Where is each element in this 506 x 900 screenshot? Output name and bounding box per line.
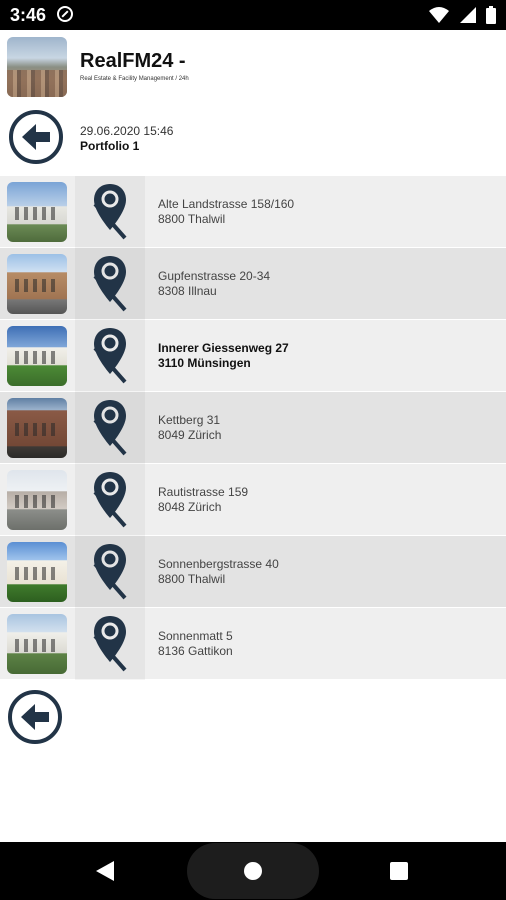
property-street: Kettberg 31 — [158, 413, 221, 427]
property-city: 8800 Thalwil — [158, 212, 226, 226]
property-city: 8048 Zürich — [158, 500, 222, 514]
property-photo — [7, 614, 67, 674]
property-city: 8136 Gattikon — [158, 644, 233, 658]
map-pin-button[interactable] — [75, 176, 145, 248]
status-time: 3:46 — [10, 5, 47, 25]
property-photo — [7, 254, 67, 314]
map-pin-off-icon — [93, 328, 127, 384]
app-title: RealFM24 - — [80, 50, 186, 72]
property-street: Innerer Giessenweg 27 — [158, 341, 289, 355]
property-photo — [7, 326, 67, 386]
property-city: 8049 Zürich — [158, 428, 222, 442]
property-city: 8800 Thalwil — [158, 572, 226, 586]
navigation-bar — [0, 842, 506, 900]
property-city: 8308 Illnau — [158, 284, 217, 298]
map-pin-button[interactable] — [75, 392, 145, 464]
property-list: Alte Landstrasse 158/160 8800 Thalwil Gu… — [0, 176, 506, 680]
property-row[interactable]: Rautistrasse 159 8048 Zürich — [0, 464, 506, 536]
property-row[interactable]: Sonnenbergstrasse 40 8800 Thalwil — [0, 536, 506, 608]
back-button[interactable] — [9, 110, 63, 164]
app-subtitle: Real Estate & Facility Management / 24h — [80, 76, 189, 82]
status-bar: 3:46 — [0, 0, 506, 30]
nav-home-icon[interactable] — [244, 862, 262, 880]
do-not-disturb-icon — [57, 6, 73, 22]
map-pin-off-icon — [93, 616, 127, 672]
cell-signal-icon — [459, 7, 476, 23]
property-row[interactable]: Gupfenstrasse 20-34 8308 Illnau — [0, 248, 506, 320]
portfolio-name: Portfolio 1 — [80, 139, 140, 153]
property-photo — [7, 470, 67, 530]
map-pin-button[interactable] — [75, 608, 145, 680]
map-pin-off-icon — [93, 256, 127, 312]
property-street: Sonnenmatt 5 — [158, 629, 233, 643]
property-row[interactable]: Alte Landstrasse 158/160 8800 Thalwil — [0, 176, 506, 248]
map-pin-off-icon — [93, 544, 127, 600]
map-pin-button[interactable] — [75, 320, 145, 392]
property-street: Sonnenbergstrasse 40 — [158, 557, 279, 571]
nav-recents-icon[interactable] — [390, 862, 408, 880]
nav-back-icon[interactable] — [96, 861, 114, 881]
map-pin-off-icon — [93, 184, 127, 240]
property-street: Rautistrasse 159 — [158, 485, 249, 499]
map-pin-button[interactable] — [75, 464, 145, 536]
property-row[interactable]: Sonnenmatt 5 8136 Gattikon — [0, 608, 506, 680]
property-row[interactable]: Kettberg 31 8049 Zürich — [0, 392, 506, 464]
property-photo — [7, 182, 67, 242]
app-logo-image — [7, 37, 67, 97]
app-header: RealFM24 - Real Estate & Facility Manage… — [0, 30, 506, 100]
property-photo — [7, 542, 67, 602]
map-pin-off-icon — [93, 472, 127, 528]
battery-icon — [486, 6, 496, 24]
property-city: 3110 Münsingen — [158, 356, 251, 370]
property-street: Gupfenstrasse 20-34 — [158, 269, 271, 283]
arrow-left-icon — [21, 704, 49, 730]
wifi-icon — [429, 7, 450, 23]
property-street: Alte Landstrasse 158/160 — [158, 197, 295, 211]
arrow-left-icon — [22, 124, 50, 150]
system-icons — [423, 6, 496, 24]
property-row-selected[interactable]: Innerer Giessenweg 27 3110 Münsingen — [0, 320, 506, 392]
back-button-bottom[interactable] — [8, 690, 62, 744]
map-pin-button[interactable] — [75, 536, 145, 608]
map-pin-off-icon — [93, 400, 127, 456]
map-pin-button[interactable] — [75, 248, 145, 320]
property-photo — [7, 398, 67, 458]
timestamp: 29.06.2020 15:46 — [80, 124, 174, 138]
